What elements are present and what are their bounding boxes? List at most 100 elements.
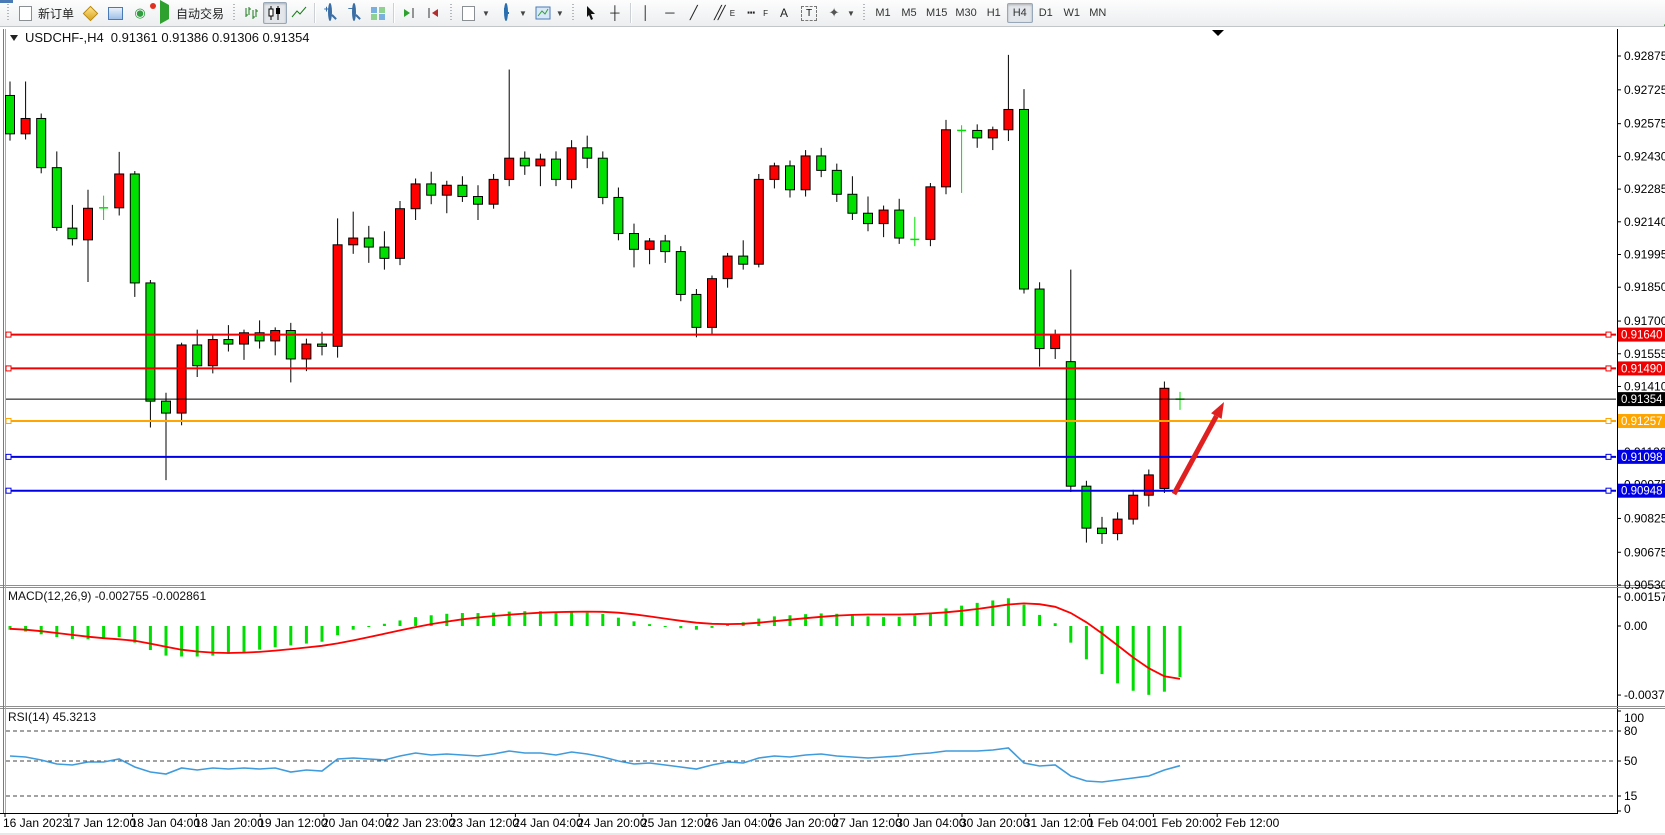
- toolbar-grip[interactable]: [231, 4, 236, 22]
- svg-text:0.91995: 0.91995: [1624, 248, 1665, 262]
- svg-text:18 Jan 04:00: 18 Jan 04:00: [131, 816, 201, 830]
- text-label-icon: T: [801, 6, 817, 21]
- arrows-button[interactable]: ✦▼: [822, 2, 859, 24]
- market-watch-icon: [83, 5, 99, 21]
- trendline-button[interactable]: ╱: [682, 2, 706, 24]
- cursor-button[interactable]: [579, 2, 603, 24]
- new-chart-button[interactable]: ▼: [456, 2, 494, 24]
- macd-indicator-label: MACD(12,26,9) -0.002755 -0.002861: [8, 589, 206, 603]
- svg-text:0.91555: 0.91555: [1624, 347, 1665, 361]
- data-window-icon: [108, 7, 123, 20]
- crosshair-icon: ┼: [607, 5, 623, 21]
- chart-title: USDCHF-,H4 0.91361 0.91386 0.91306 0.913…: [10, 30, 310, 45]
- template-icon: [535, 5, 551, 21]
- svg-text:31 Jan 12:00: 31 Jan 12:00: [1024, 816, 1094, 830]
- bar-chart-button[interactable]: [239, 2, 263, 24]
- svg-text:23 Jan 12:00: 23 Jan 12:00: [450, 816, 520, 830]
- chart-shift-button[interactable]: [421, 2, 445, 24]
- svg-text:-0.003733: -0.003733: [1624, 688, 1665, 702]
- channel-button[interactable]: ╱╱E: [706, 2, 739, 24]
- zoom-in-button[interactable]: +: [318, 2, 342, 24]
- rsi-indicator-label: RSI(14) 45.3213: [8, 710, 96, 724]
- auto-scroll-button[interactable]: [397, 2, 421, 24]
- timeframe-m15-button[interactable]: M15: [922, 3, 951, 23]
- price-axis[interactable]: 0.928750.927250.925750.924300.922850.921…: [1617, 49, 1665, 592]
- toolbar-grip[interactable]: [571, 4, 576, 22]
- time-axis[interactable]: 16 Jan 202317 Jan 12:0018 Jan 04:0018 Ja…: [3, 813, 1280, 830]
- candlestick-chart-icon: [267, 5, 283, 21]
- text-label-button[interactable]: T: [796, 2, 822, 24]
- svg-text:2 Feb 12:00: 2 Feb 12:00: [1215, 816, 1279, 830]
- zoom-in-icon: +: [328, 3, 332, 21]
- horizontal-line-button[interactable]: ─: [658, 2, 682, 24]
- candlestick-chart-button[interactable]: [263, 2, 287, 24]
- svg-text:16 Jan 2023: 16 Jan 2023: [3, 816, 69, 830]
- svg-text:0.91098: 0.91098: [1621, 452, 1663, 464]
- svg-text:0.92285: 0.92285: [1624, 182, 1665, 196]
- timeframe-m1-button[interactable]: M1: [870, 3, 896, 23]
- svg-text:0.91640: 0.91640: [1621, 330, 1663, 342]
- svg-text:0.91354: 0.91354: [1621, 394, 1663, 406]
- new-order-label: 新订单: [38, 5, 74, 22]
- auto-scroll-icon: [401, 5, 417, 21]
- timeframe-h4-button[interactable]: H4: [1007, 3, 1033, 23]
- text-button[interactable]: A: [772, 2, 796, 24]
- arrows-icon: ✦: [826, 5, 842, 21]
- svg-text:0.92575: 0.92575: [1624, 117, 1665, 131]
- svg-text:26 Jan 20:00: 26 Jan 20:00: [769, 816, 839, 830]
- zoom-out-icon: –: [352, 3, 356, 21]
- chart-menu-arrow-icon[interactable]: [10, 35, 18, 41]
- market-watch-button[interactable]: [78, 2, 103, 24]
- svg-text:0.92140: 0.92140: [1624, 215, 1665, 229]
- zoom-out-button[interactable]: –: [342, 2, 366, 24]
- timeframe-d1-button[interactable]: D1: [1033, 3, 1059, 23]
- timeframe-mn-button[interactable]: MN: [1085, 3, 1111, 23]
- line-chart-button[interactable]: [287, 2, 311, 24]
- signals-icon: ◉: [132, 5, 148, 21]
- period-button[interactable]: ▼: [494, 2, 531, 24]
- toolbar-grip[interactable]: [5, 4, 10, 22]
- fibonacci-button[interactable]: ┅F: [739, 2, 772, 24]
- svg-text:0.90675: 0.90675: [1624, 545, 1665, 559]
- cursor-icon: [583, 5, 599, 21]
- data-window-button[interactable]: [103, 2, 128, 24]
- svg-text:0: 0: [1624, 802, 1631, 816]
- vertical-line-button[interactable]: │: [634, 2, 658, 24]
- svg-text:0.90948: 0.90948: [1621, 486, 1663, 498]
- chart-shift-icon: [425, 5, 441, 21]
- timeframe-m5-button[interactable]: M5: [896, 3, 922, 23]
- horizontal-line-icon: ─: [662, 5, 678, 21]
- svg-text:0.91700: 0.91700: [1624, 314, 1665, 328]
- svg-text:24 Jan 04:00: 24 Jan 04:00: [513, 816, 583, 830]
- toolbar-grip[interactable]: [448, 4, 453, 22]
- template-button[interactable]: ▼: [531, 2, 568, 24]
- autotrading-icon: [160, 0, 169, 24]
- svg-text:15: 15: [1624, 789, 1638, 803]
- trendline-icon: ╱: [686, 5, 702, 21]
- new-chart-icon: [462, 6, 475, 21]
- clock-icon: [504, 3, 508, 21]
- svg-text:0.91257: 0.91257: [1621, 416, 1663, 428]
- svg-text:50: 50: [1624, 754, 1638, 768]
- timeframe-h1-button[interactable]: H1: [981, 3, 1007, 23]
- timeframe-group: M1M5M15M30H1H4D1W1MN: [870, 3, 1111, 23]
- svg-text:0.92725: 0.92725: [1624, 83, 1665, 97]
- crosshair-button[interactable]: ┼: [603, 2, 627, 24]
- signals-button[interactable]: ◉: [128, 2, 152, 24]
- svg-text:20 Jan 04:00: 20 Jan 04:00: [322, 816, 392, 830]
- toolbar-grip[interactable]: [862, 4, 867, 22]
- timeframe-w1-button[interactable]: W1: [1059, 3, 1085, 23]
- autotrading-button[interactable]: 自动交易: [152, 2, 228, 24]
- line-chart-icon: [291, 5, 307, 21]
- tile-windows-button[interactable]: [366, 2, 390, 24]
- svg-text:19 Jan 12:00: 19 Jan 12:00: [258, 816, 328, 830]
- timeframe-m30-button[interactable]: M30: [951, 3, 980, 23]
- new-order-button[interactable]: 新订单: [13, 2, 78, 24]
- svg-text:0.00: 0.00: [1624, 619, 1648, 633]
- svg-text:1 Feb 04:00: 1 Feb 04:00: [1088, 816, 1152, 830]
- svg-text:18 Jan 20:00: 18 Jan 20:00: [194, 816, 264, 830]
- svg-text:0.91850: 0.91850: [1624, 280, 1665, 294]
- svg-text:30 Jan 20:00: 30 Jan 20:00: [960, 816, 1030, 830]
- svg-text:17 Jan 12:00: 17 Jan 12:00: [67, 816, 137, 830]
- channel-icon: ╱╱: [710, 5, 726, 21]
